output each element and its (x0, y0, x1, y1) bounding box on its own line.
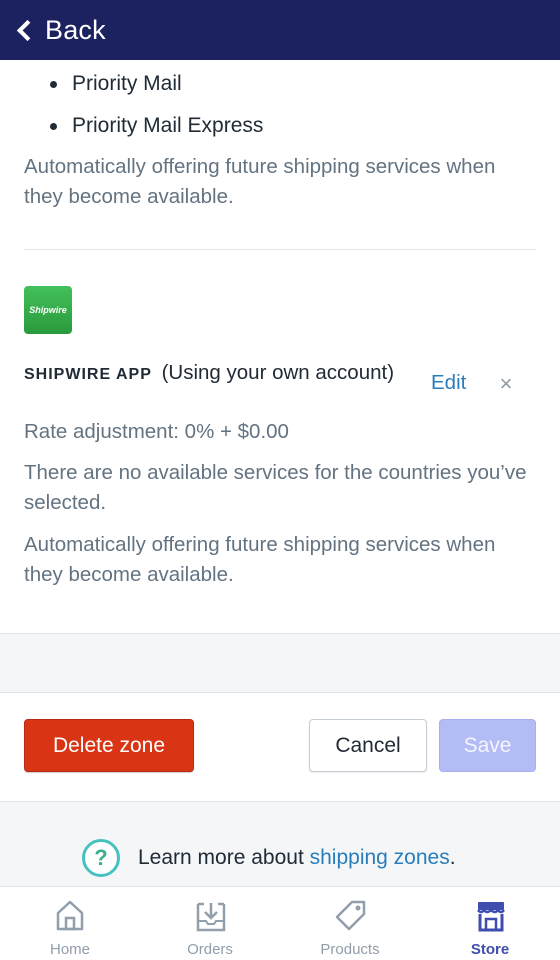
tab-label: Store (470, 941, 510, 958)
zone-actions-bar: Delete zone Cancel Save (0, 692, 560, 802)
cancel-button[interactable]: Cancel (309, 719, 427, 772)
remove-carrier-icon[interactable]: × (496, 373, 516, 395)
carrier-account-note: (Using your own account) (161, 361, 395, 384)
carrier-auto-offer-note: Automatically offering future shipping s… (24, 533, 496, 586)
back-label: Back (45, 14, 106, 45)
orders-icon (196, 902, 226, 932)
shipping-rates-card: Priority Mail Priority Mail Express Auto… (0, 60, 560, 634)
bottom-tab-bar: Home Orders Products Store (0, 886, 560, 960)
back-button[interactable]: Back (14, 15, 106, 46)
divider (24, 249, 536, 250)
carrier-name: SHIPWIRE APP (24, 366, 152, 383)
service-list: Priority Mail Priority Mail Express (48, 68, 263, 152)
tab-orders[interactable]: Orders (140, 887, 280, 960)
home-icon (56, 900, 84, 931)
learn-more-text: Learn more about shipping zones. (138, 846, 456, 869)
service-item: Priority Mail (48, 68, 263, 110)
learn-more-footer: ? Learn more about shipping zones. (82, 839, 456, 877)
help-icon: ? (82, 839, 120, 877)
carrier-title: SHIPWIRE APP (Using your own account) (24, 358, 414, 390)
tab-label: Orders (187, 941, 233, 958)
auto-offer-note: Automatically offering future shipping s… (24, 155, 496, 208)
rate-adjustment: Rate adjustment: 0% + $0.00 (24, 420, 289, 443)
tag-icon (335, 900, 366, 931)
shipping-zones-link[interactable]: shipping zones (310, 846, 450, 869)
tab-home[interactable]: Home (0, 887, 140, 960)
tab-store[interactable]: Store (420, 887, 560, 960)
shipwire-logo: Shipwire (24, 286, 72, 334)
save-button[interactable]: Save (439, 719, 536, 772)
top-navigation-bar: Back (0, 0, 560, 60)
tab-label: Home (49, 941, 90, 958)
store-icon (477, 902, 505, 932)
delete-zone-button[interactable]: Delete zone (24, 719, 194, 772)
service-item: Priority Mail Express (48, 110, 263, 152)
tab-label: Products (320, 941, 380, 958)
edit-carrier-link[interactable]: Edit (431, 371, 466, 395)
no-services-note: There are no available services for the … (24, 461, 527, 514)
chevron-left-icon (16, 19, 39, 41)
tab-products[interactable]: Products (280, 887, 420, 960)
